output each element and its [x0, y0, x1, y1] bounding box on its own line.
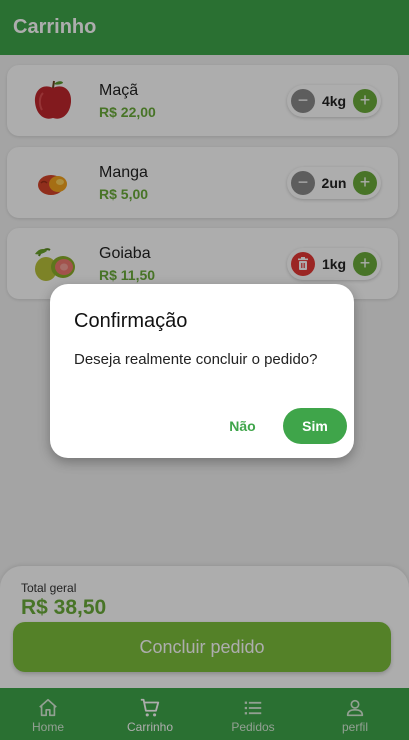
cancel-button[interactable]: Não [220, 408, 265, 444]
app-screen: Carrinho Maçã R$ 22,00 − 4kg + Manga R$ … [0, 0, 409, 740]
dialog-title: Confirmação [74, 310, 188, 332]
confirmation-dialog: Confirmação Deseja realmente concluir o … [50, 284, 354, 458]
confirm-button[interactable]: Sim [283, 408, 347, 444]
dialog-message: Deseja realmente concluir o pedido? [74, 351, 318, 368]
